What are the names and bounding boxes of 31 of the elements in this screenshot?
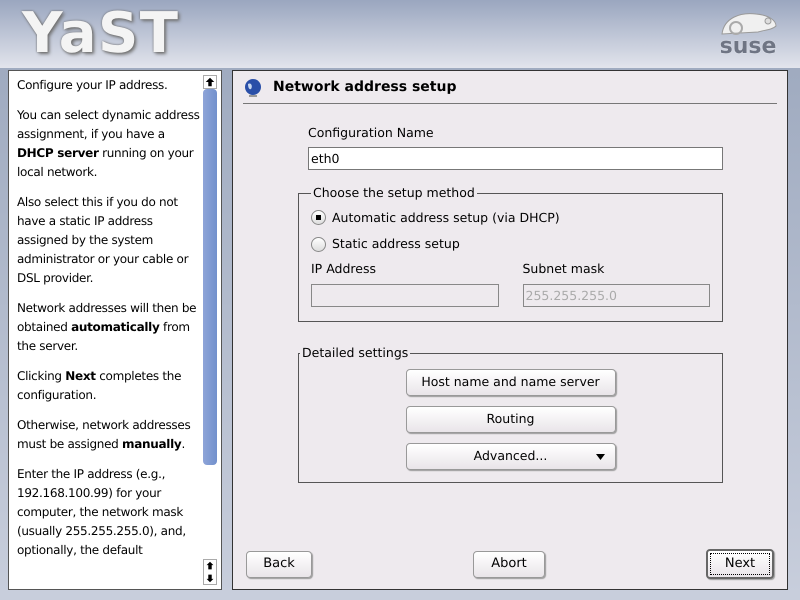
- globe-icon: [243, 78, 263, 98]
- field-label: IP Address: [311, 260, 377, 278]
- settings-button[interactable]: Advanced...: [406, 442, 616, 470]
- radio-option[interactable]: Static address setup: [311, 235, 460, 254]
- input-field[interactable]: eth0: [308, 146, 723, 170]
- help-paragraph: Clicking Next completes the configuration.: [17, 368, 182, 404]
- help-paragraph: Otherwise, network addresses must be assigned manually.: [17, 417, 192, 453]
- group-title: Choose the setup method: [312, 184, 476, 202]
- dialog-button[interactable]: Abort: [473, 550, 545, 578]
- group-title: Detailed settings: [301, 344, 410, 362]
- help-paragraph: Network addresses will then be obtained automatically from the server.: [17, 300, 198, 355]
- dialog-button[interactable]: Next: [706, 549, 774, 579]
- brand-logo: suse: [720, 36, 776, 58]
- dropdown-arrow-icon: [596, 454, 604, 460]
- help-paragraph: You can select dynamic address assignment, if you have a DHCP server running on your local network.: [17, 107, 200, 181]
- radio-button[interactable]: [311, 237, 326, 252]
- field-label: Subnet mask: [522, 260, 606, 278]
- scrollbar-thumb[interactable]: [203, 89, 217, 465]
- field-label: Configuration Name: [308, 124, 435, 142]
- radio-option[interactable]: Automatic address setup (via DHCP): [311, 208, 560, 228]
- app-logo: YaST: [22, 6, 180, 62]
- scroll-up-icon[interactable]: [203, 75, 217, 89]
- settings-button[interactable]: Routing: [406, 406, 616, 432]
- dialog-title: Network address setup: [273, 78, 456, 97]
- help-paragraph: Enter the IP address (e.g., 192.168.100.99) for your computer, the network mask (usually 255.255.255.0), and, optionally, the default: [17, 466, 187, 559]
- dialog-button[interactable]: Back: [246, 550, 312, 578]
- scroll-arrows-icon[interactable]: [203, 559, 217, 585]
- help-paragraph: Configure your IP address.: [17, 77, 169, 94]
- settings-button[interactable]: Host name and name server: [406, 368, 616, 396]
- radio-button[interactable]: [311, 210, 326, 226]
- help-paragraph: Also select this if you do not have a static IP address assigned by the system administrator or your cable or DSL provider.: [17, 194, 190, 287]
